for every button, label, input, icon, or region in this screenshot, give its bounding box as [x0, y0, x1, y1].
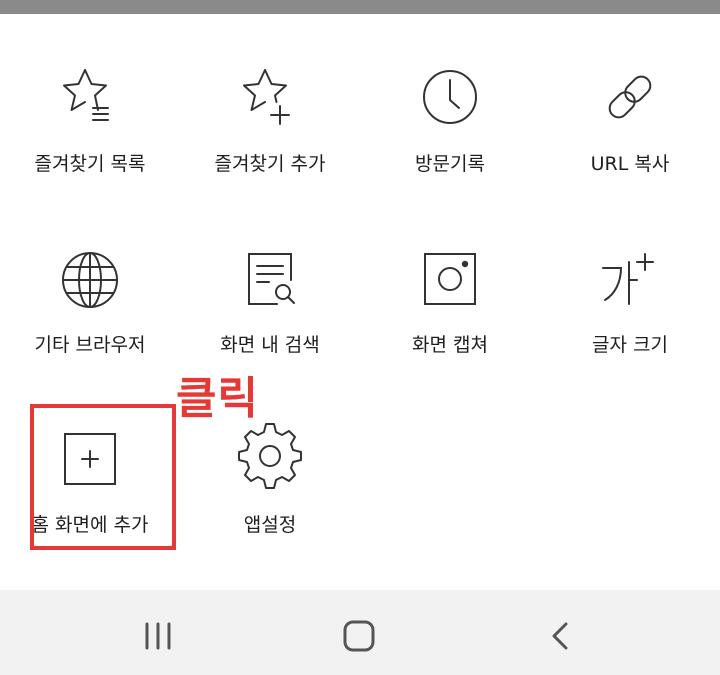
menu-item-screen-capture[interactable]: 화면 캡쳐	[360, 240, 540, 370]
click-annotation: 클릭	[176, 373, 259, 424]
menu-item-app-settings[interactable]: 앱설정	[180, 420, 360, 550]
star-plus-icon	[235, 62, 305, 132]
menu-item-label: 즐겨찾기 목록	[34, 153, 146, 175]
menu-item-find-in-page[interactable]: 화면 내 검색	[180, 240, 360, 370]
home-icon	[343, 620, 375, 652]
recent-apps-icon	[145, 622, 171, 650]
star-list-icon	[55, 62, 125, 132]
menu-item-label: 즐겨찾기 추가	[214, 153, 326, 175]
menu-item-copy-url[interactable]: URL 복사	[540, 62, 720, 192]
menu-item-favorites-list[interactable]: 즐겨찾기 목록	[0, 62, 180, 192]
clock-icon	[415, 62, 485, 132]
menu-item-label: 앱설정	[243, 514, 297, 536]
top-strip	[0, 0, 720, 14]
link-icon	[595, 62, 665, 132]
menu-item-text-size[interactable]: 글자 크기	[540, 240, 720, 370]
menu-item-label: 기타 브라우저	[34, 334, 146, 356]
menu-item-label: 화면 내 검색	[220, 334, 320, 356]
menu-item-label: 글자 크기	[592, 334, 668, 356]
page-search-icon	[235, 240, 305, 310]
menu-item-add-favorite[interactable]: 즐겨찾기 추가	[180, 62, 360, 192]
text-size-icon	[595, 240, 665, 310]
navigation-bar	[0, 590, 720, 675]
menu-item-label: 화면 캡쳐	[412, 334, 488, 356]
recent-apps-button[interactable]	[118, 590, 198, 675]
menu-item-other-browser[interactable]: 기타 브라우저	[0, 240, 180, 370]
menu-item-label: URL 복사	[590, 153, 670, 175]
camera-capture-icon	[415, 240, 485, 310]
home-button[interactable]	[319, 590, 399, 675]
click-highlight-box	[30, 404, 176, 550]
back-button[interactable]	[520, 590, 600, 675]
globe-icon	[55, 240, 125, 310]
menu-item-label: 방문기록	[415, 153, 485, 175]
back-icon	[552, 622, 568, 650]
menu-item-history[interactable]: 방문기록	[360, 62, 540, 192]
gear-icon	[235, 420, 305, 490]
